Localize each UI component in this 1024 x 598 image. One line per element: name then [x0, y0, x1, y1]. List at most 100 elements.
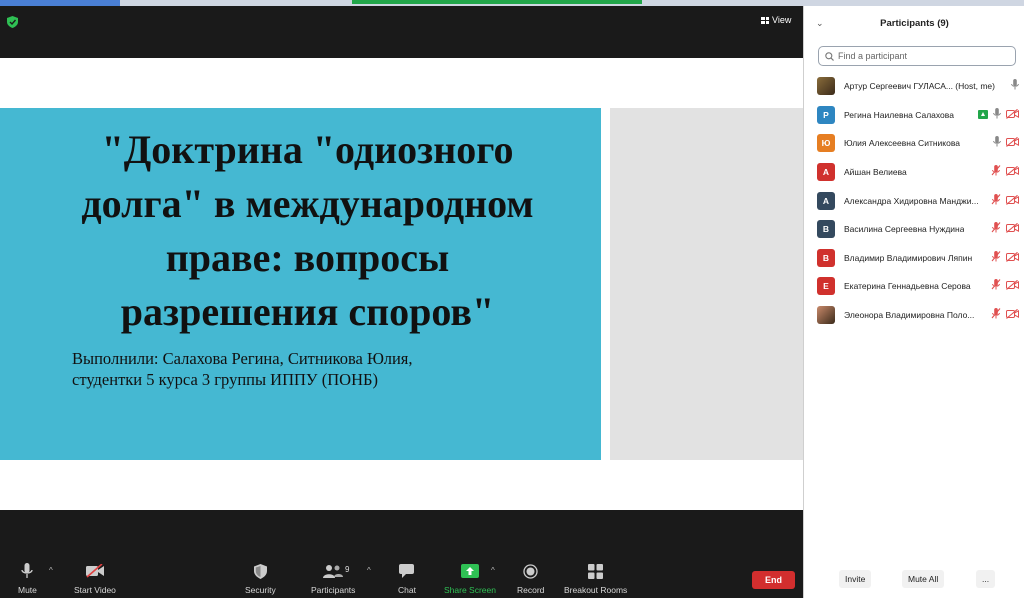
record-label: Record [517, 585, 545, 595]
video-off-icon [1006, 220, 1019, 238]
participants-icon [323, 562, 344, 580]
slide-authors: Выполнили: Салахова Регина, Ситникова Юл… [72, 348, 572, 390]
breakout-rooms-icon [588, 562, 604, 580]
participant-row[interactable]: Ю Юлия Алексеевна Ситникова [804, 129, 1024, 158]
chat-button[interactable]: Chat [398, 562, 416, 595]
participant-status-icons [991, 220, 1019, 238]
video-off-icon [1006, 106, 1019, 124]
search-input[interactable] [838, 51, 1008, 61]
avatar: Р [817, 105, 835, 124]
participant-status-icons [991, 163, 1019, 181]
microphone-icon [21, 562, 34, 580]
chat-icon [399, 562, 415, 580]
video-off-icon [1006, 249, 1019, 267]
end-meeting-button[interactable]: End [752, 571, 795, 589]
avatar: Ю [817, 134, 835, 153]
encryption-shield-icon[interactable] [7, 16, 18, 28]
participant-status-icons [991, 306, 1019, 324]
avatar: В [817, 248, 835, 267]
screen-sharing-icon [978, 110, 988, 120]
avatar: А [817, 191, 835, 210]
share-options-chevron-icon[interactable]: ^ [491, 566, 495, 575]
participant-search[interactable] [818, 46, 1016, 66]
participant-row[interactable]: Е Екатерина Геннадьевна Серова [804, 272, 1024, 301]
avatar: В [817, 220, 835, 239]
mute-all-button[interactable]: Mute All [902, 570, 945, 588]
participant-row[interactable]: А Александра Хидировна Манджи... [804, 186, 1024, 215]
mute-button[interactable]: Mute [18, 562, 37, 595]
slide-title-line: праве: вопросы [165, 235, 450, 280]
participants-panel-footer: Invite Mute All ... [804, 570, 1024, 590]
microphone-muted-icon [991, 163, 1001, 181]
participant-row[interactable]: В Василина Сергеевна Нуждина [804, 215, 1024, 244]
video-off-icon [1006, 192, 1019, 210]
share-screen-label: Share Screen [444, 585, 496, 595]
participant-status-icons [991, 277, 1019, 295]
participant-row[interactable]: Р Регина Наилевна Салахова [804, 101, 1024, 130]
participants-panel-title: Participants (9) [880, 18, 949, 29]
mute-label: Mute [18, 585, 37, 595]
participant-name: Екатерина Геннадьевна Серова [844, 281, 971, 292]
participant-status-icons [978, 106, 1019, 124]
participant-name: Регина Наилевна Салахова [844, 109, 954, 120]
video-off-icon [1006, 306, 1019, 324]
participants-list: Артур Сергеевич ГУЛАСА... (Host, me) Р Рег… [804, 72, 1024, 329]
slide-authors-line: Выполнили: Салахова Регина, Ситникова Юл… [72, 349, 413, 368]
participant-status-icons [991, 192, 1019, 210]
share-screen-icon [460, 562, 479, 580]
avatar: Е [817, 277, 835, 296]
participants-panel-header: ⌄ Participants (9) [804, 6, 1024, 38]
sharing-indicator-bar [352, 0, 642, 4]
microphone-muted-icon [991, 306, 1001, 324]
participants-count: 9 [345, 565, 350, 574]
view-label: View [772, 15, 792, 25]
participant-name: Василина Сергеевна Нуждина [844, 224, 965, 235]
participants-panel: ⌄ Participants (9) Артур Сергеевич ГУЛАС… [803, 6, 1024, 598]
record-icon [523, 562, 538, 580]
slide-side-panel [610, 108, 803, 460]
slide-title-line: долга" в международном [81, 181, 534, 226]
breakout-rooms-button[interactable]: Breakout Rooms [564, 562, 627, 595]
avatar [817, 306, 835, 325]
microphone-icon [993, 106, 1001, 124]
video-off-icon [85, 562, 105, 580]
security-shield-icon [253, 562, 267, 580]
video-off-icon [1006, 277, 1019, 295]
participant-name: Александра Хидировна Манджи... [844, 195, 979, 206]
invite-button[interactable]: Invite [839, 570, 872, 588]
microphone-icon [993, 134, 1001, 152]
security-button[interactable]: Security [245, 562, 276, 595]
microphone-icon [1011, 77, 1019, 95]
meeting-toolbar: Mute ^ Start Video Security Participants… [0, 552, 803, 598]
video-off-icon [1006, 134, 1019, 152]
slide-title-line: "Доктрина "одиозного [101, 127, 514, 172]
microphone-muted-icon [991, 249, 1001, 267]
participant-name: Юлия Алексеевна Ситникова [844, 138, 960, 149]
participants-options-chevron-icon[interactable]: ^ [367, 566, 371, 575]
participant-name: Элеонора Владимировна Поло... [844, 310, 975, 321]
participant-row[interactable]: В Владимир Владимирович Ляпин [804, 244, 1024, 273]
participant-status-icons [993, 134, 1019, 152]
chat-label: Chat [398, 585, 416, 595]
slide-authors-line: студентки 5 курса 3 группы ИППУ (ПОНБ) [72, 370, 378, 389]
shared-screen: "Доктрина "одиозного долга" в международ… [0, 58, 803, 510]
start-video-button[interactable]: Start Video [74, 562, 116, 595]
video-off-icon [1006, 163, 1019, 181]
record-button[interactable]: Record [517, 562, 544, 595]
audio-options-chevron-icon[interactable]: ^ [49, 566, 53, 575]
more-options-button[interactable]: ... [976, 570, 996, 588]
share-screen-button[interactable]: Share Screen [444, 562, 496, 595]
avatar [817, 77, 835, 96]
avatar: А [817, 163, 835, 182]
microphone-muted-icon [991, 192, 1001, 210]
participant-name: Артур Сергеевич ГУЛАСА... (Host, me) [844, 81, 995, 92]
microphone-muted-icon [991, 220, 1001, 238]
breakout-rooms-label: Breakout Rooms [564, 585, 628, 595]
participant-row[interactable]: Элеонора Владимировна Поло... [804, 301, 1024, 330]
participant-name: Айшан Велиева [844, 167, 907, 178]
participant-status-icons [991, 249, 1019, 267]
view-button[interactable]: View [761, 15, 791, 25]
participant-row[interactable]: А Айшан Велиева [804, 158, 1024, 187]
start-video-label: Start Video [74, 585, 116, 595]
participant-row[interactable]: Артур Сергеевич ГУЛАСА... (Host, me) [804, 72, 1024, 101]
